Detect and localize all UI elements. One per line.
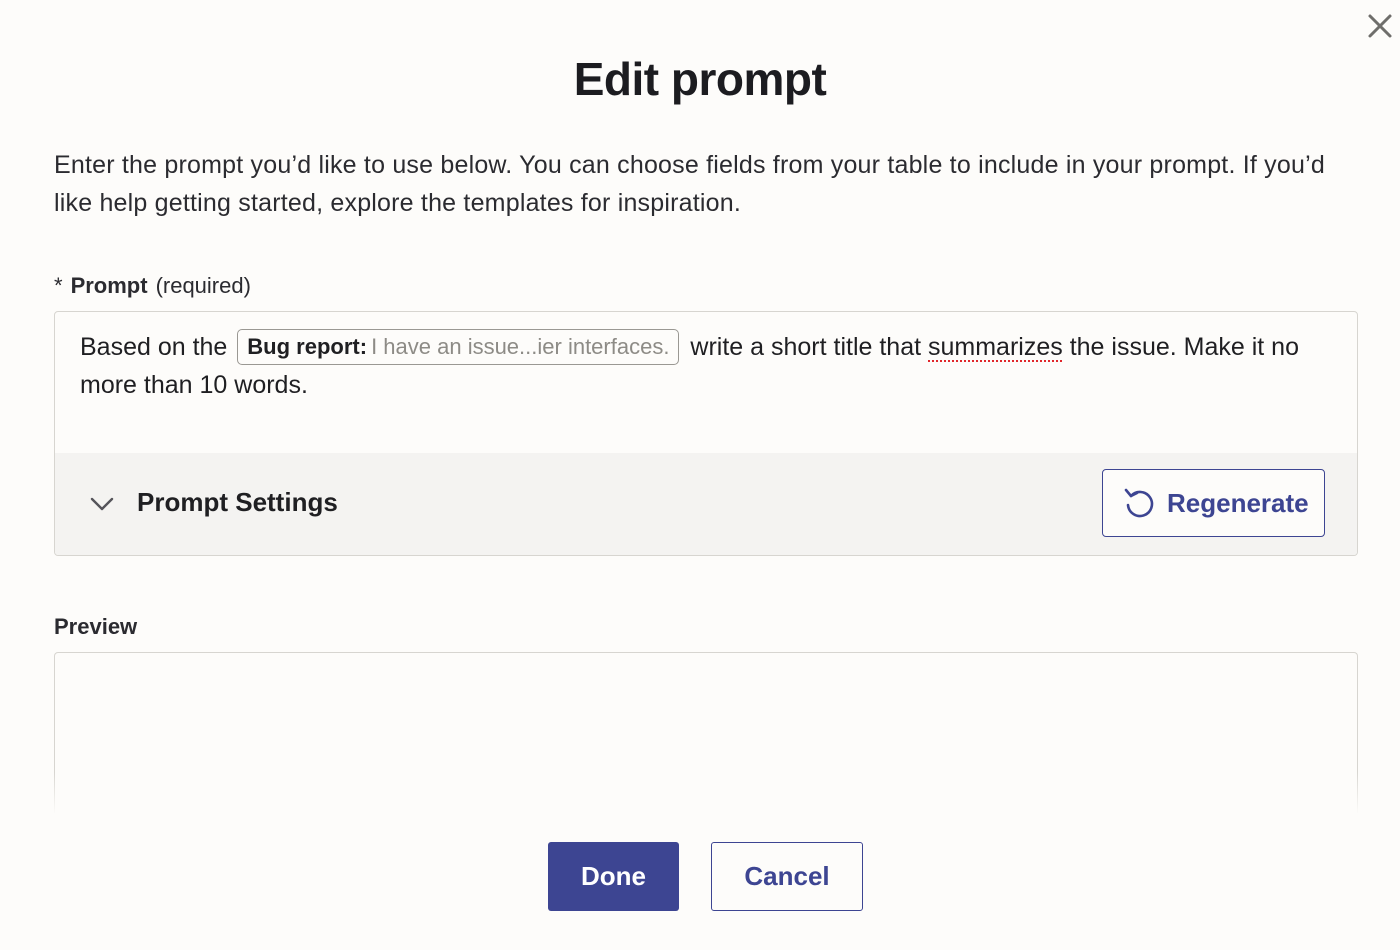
- field-chip-bug-report[interactable]: Bug report: I have an issue...ier interfa…: [237, 329, 680, 365]
- regenerate-button[interactable]: Regenerate: [1102, 469, 1325, 537]
- preview-fade: [40, 772, 1370, 822]
- prompt-settings-label[interactable]: Prompt Settings: [137, 487, 338, 518]
- chevron-down-icon: [90, 497, 114, 511]
- prompt-settings-toggle[interactable]: [88, 490, 116, 518]
- edit-prompt-dialog: Edit prompt Enter the prompt you’d like …: [0, 0, 1400, 950]
- prompt-settings-bar: Prompt Settings Regenerate: [55, 453, 1357, 555]
- refresh-icon: [1124, 488, 1154, 518]
- prompt-input[interactable]: Based on the Bug report: I have an issue.…: [80, 328, 1340, 404]
- regenerate-label: Regenerate: [1167, 488, 1309, 518]
- dialog-title: Edit prompt: [573, 53, 827, 105]
- spellcheck-word[interactable]: summarizes: [928, 333, 1063, 361]
- prompt-label-text: Prompt: [70, 273, 148, 298]
- close-button[interactable]: [1364, 10, 1396, 42]
- preview-label: Preview: [54, 614, 138, 639]
- required-marker: *: [54, 273, 63, 298]
- prompt-required-hint: (required): [155, 273, 251, 298]
- field-chip-value: I have an issue...ier interfaces.: [371, 334, 670, 359]
- done-button[interactable]: Done: [548, 842, 679, 911]
- field-chip-key: Bug report:: [247, 334, 368, 359]
- cancel-button[interactable]: Cancel: [711, 842, 863, 911]
- prompt-editor: Based on the Bug report: I have an issue.…: [54, 311, 1358, 556]
- prompt-text-before: Based on the: [80, 333, 228, 361]
- dialog-description: Enter the prompt you’d like to use below…: [54, 151, 1325, 217]
- prompt-text-mid: write a short title that: [690, 333, 922, 361]
- prompt-label: * Prompt (required): [54, 273, 251, 299]
- close-icon: [1368, 14, 1392, 38]
